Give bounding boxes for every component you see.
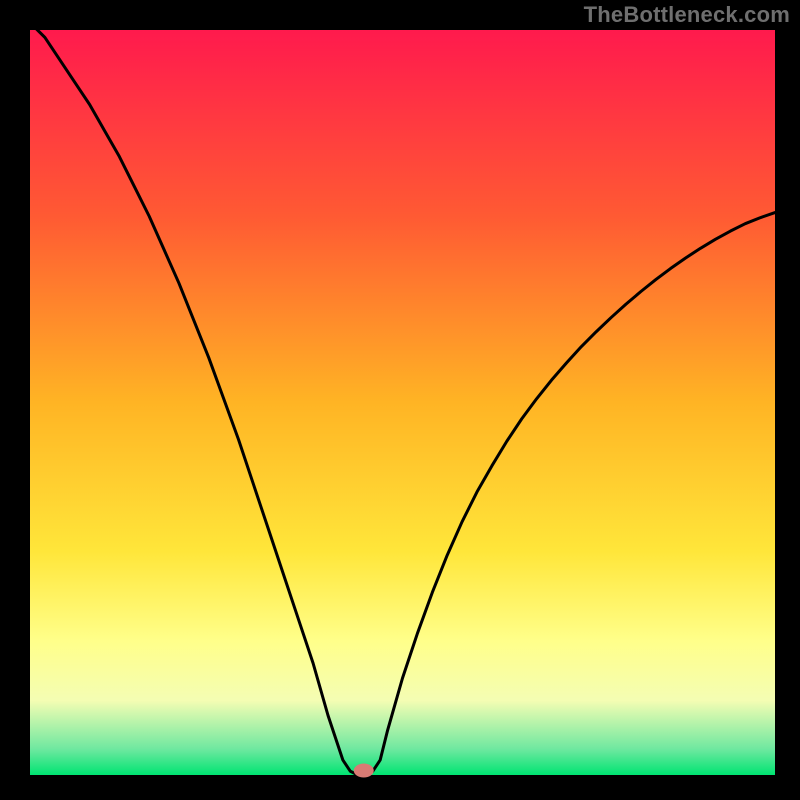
chart-container: TheBottleneck.com bbox=[0, 0, 800, 800]
watermark-text: TheBottleneck.com bbox=[584, 2, 790, 28]
optimal-point-marker bbox=[354, 764, 374, 778]
bottleneck-chart bbox=[0, 0, 800, 800]
gradient-background bbox=[30, 30, 775, 775]
